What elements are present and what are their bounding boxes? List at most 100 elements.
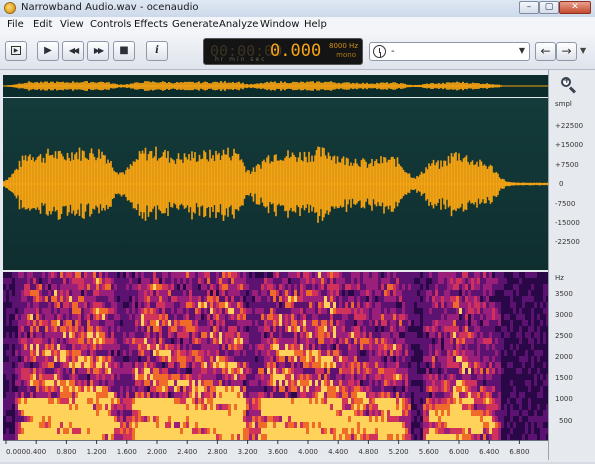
spectrogram-cell	[81, 386, 84, 392]
spectrogram-cell	[276, 356, 279, 362]
spectrogram-cell	[384, 296, 387, 302]
spectrogram-cell	[9, 362, 12, 368]
rewind-button[interactable]: ◀◀	[62, 41, 84, 61]
spectrogram-cell	[372, 290, 375, 296]
spectrogram-cell	[453, 386, 456, 392]
spectrogram-cell	[9, 344, 12, 350]
spectrogram-cell	[447, 314, 450, 320]
maximize-button[interactable]: ▢	[539, 1, 559, 14]
spectrogram-cell	[114, 404, 117, 410]
spectrogram-cell	[291, 314, 294, 320]
spectrogram-cell	[360, 278, 363, 284]
spectrogram-cell	[147, 314, 150, 320]
toolbar-overflow-icon[interactable]: ▼	[580, 46, 586, 55]
spectrogram-cell	[438, 368, 441, 374]
menu-window[interactable]: Window	[260, 19, 299, 30]
spectrogram-cell	[234, 326, 237, 332]
spectrogram-cell	[459, 422, 462, 428]
spectrogram-cell	[99, 356, 102, 362]
spectrogram-cell	[231, 332, 234, 338]
menu-help[interactable]: Help	[304, 19, 327, 30]
spectrogram-cell	[447, 398, 450, 404]
spectrogram-cell	[432, 392, 435, 398]
spectrogram-cell	[9, 308, 12, 314]
play-selection-button[interactable]: ▶	[5, 41, 27, 61]
spectrogram-cell	[387, 368, 390, 374]
menu-view[interactable]: View	[60, 19, 84, 30]
spectrogram-cell	[24, 320, 27, 326]
fast-forward-button[interactable]: ▶▶	[87, 41, 109, 61]
spectrogram-cell	[363, 410, 366, 416]
spectrogram-cell	[429, 422, 432, 428]
spectrogram-cell	[225, 356, 228, 362]
spectrogram-cell	[18, 374, 21, 380]
menu-effects[interactable]: Effects	[134, 19, 168, 30]
history-dropdown[interactable]: - ▼	[369, 42, 530, 61]
menu-file[interactable]: File	[7, 19, 24, 30]
play-button[interactable]: ▶	[37, 41, 59, 61]
spectrogram-cell	[21, 398, 24, 404]
spectrogram-cell	[282, 416, 285, 422]
spectrogram-cell	[402, 308, 405, 314]
spectrogram-cell	[135, 398, 138, 404]
spectrogram-cell	[45, 338, 48, 344]
spectrogram-cell	[126, 416, 129, 422]
spectrogram-cell	[90, 404, 93, 410]
spectrogram-view[interactable]	[3, 272, 548, 440]
spectrogram-cell	[126, 290, 129, 296]
spectrogram-cell	[342, 428, 345, 434]
spectrogram-cell	[276, 428, 279, 434]
close-button[interactable]: ✕	[559, 1, 591, 14]
spectrogram-cell	[9, 428, 12, 434]
spectrogram-cell	[240, 356, 243, 362]
spectrogram-cell	[63, 428, 66, 434]
spectrogram-cell	[135, 314, 138, 320]
spectrogram-cell	[123, 392, 126, 398]
spectrogram-cell	[360, 380, 363, 386]
spectrogram-cell	[69, 284, 72, 290]
spectrogram-cell	[6, 308, 9, 314]
spectrogram-cell	[348, 374, 351, 380]
forward-button[interactable]: →	[556, 42, 577, 61]
spectrogram-cell	[117, 308, 120, 314]
spectrogram-cell	[135, 380, 138, 386]
spectrogram-cell	[183, 284, 186, 290]
spectrogram-cell	[123, 284, 126, 290]
menu-controls[interactable]: Controls	[90, 19, 131, 30]
spectrogram-cell	[336, 314, 339, 320]
spectrogram-cell	[84, 380, 87, 386]
spectrogram-cell	[444, 374, 447, 380]
back-button[interactable]: ←	[535, 42, 556, 61]
spectrogram-cell	[189, 422, 192, 428]
stop-button[interactable]: ■	[113, 41, 135, 61]
spectrogram-cell	[396, 302, 399, 308]
waveform-overview[interactable]	[3, 75, 548, 97]
spectrogram-cell	[432, 410, 435, 416]
menu-edit[interactable]: Edit	[33, 19, 52, 30]
spectrogram-cell	[408, 332, 411, 338]
spectrogram-cell	[318, 272, 321, 278]
spectrogram-cell	[255, 422, 258, 428]
menu-analyze[interactable]: Analyze	[219, 19, 258, 30]
spectrogram-cell	[30, 332, 33, 338]
spectrogram-cell	[75, 326, 78, 332]
spectrogram-cell	[180, 290, 183, 296]
menu-generate[interactable]: Generate	[172, 19, 219, 30]
spectrogram-cell	[294, 362, 297, 368]
spectrogram-cell	[33, 284, 36, 290]
waveform-view[interactable]	[3, 98, 548, 270]
spectrogram-cell	[303, 344, 306, 350]
spectrogram-cell	[192, 404, 195, 410]
spectrogram-cell	[93, 350, 96, 356]
spectrogram-cell	[435, 302, 438, 308]
spectrogram-cell	[192, 350, 195, 356]
spectrogram-cell	[441, 422, 444, 428]
spectrogram-cell	[429, 350, 432, 356]
spectrogram-cell	[423, 290, 426, 296]
spectrogram-cell	[12, 314, 15, 320]
spectrogram-cell	[306, 272, 309, 278]
spectrogram-cell	[27, 386, 30, 392]
info-button[interactable]: i	[146, 41, 168, 61]
spectrogram-cell	[330, 416, 333, 422]
minimize-button[interactable]: –	[519, 1, 539, 14]
